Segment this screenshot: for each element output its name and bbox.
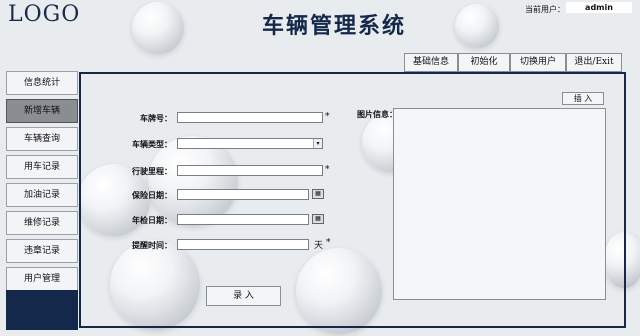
submit-button[interactable]: 录 入	[206, 286, 281, 306]
app-header: LOGO 车辆管理系统 当前用户： admin	[0, 0, 640, 48]
insurance-date-label: 保险日期：	[132, 191, 172, 200]
calendar-icon[interactable]: ▦	[312, 214, 324, 224]
sidebar-item-repair-records[interactable]: 维修记录	[6, 211, 78, 235]
sidebar-item-vehicle-query[interactable]: 车辆查询	[6, 127, 78, 151]
required-mark: *	[326, 238, 331, 248]
reminder-time-label: 提醒时间：	[132, 241, 172, 250]
sidebar-item-fuel-records[interactable]: 加油记录	[6, 183, 78, 207]
sidebar-item-statistics[interactable]: 信息统计	[6, 71, 78, 95]
reminder-time-input[interactable]	[177, 239, 309, 250]
tab-exit[interactable]: 退出/Exit	[566, 53, 622, 72]
sidebar-item-user-management[interactable]: 用户管理	[6, 267, 78, 291]
sidebar-footer-block	[6, 290, 78, 330]
insurance-date-input[interactable]	[177, 189, 309, 200]
app-title: 车辆管理系统	[262, 13, 407, 39]
sidebar-nav: 信息统计 新增车辆 车辆查询 用车记录 加油记录 维修记录 违章记录 用户管理	[6, 71, 78, 295]
vehicle-type-select[interactable]: ▾	[177, 138, 323, 149]
mileage-label: 行驶里程：	[132, 167, 172, 176]
inspection-date-input[interactable]	[177, 214, 309, 225]
plate-label: 车牌号：	[140, 114, 172, 123]
tab-basic-info[interactable]: 基础信息	[404, 53, 458, 72]
required-mark: *	[325, 165, 330, 175]
mileage-input[interactable]	[177, 165, 323, 176]
current-user-value: admin	[566, 2, 632, 13]
sidebar-item-violation-records[interactable]: 违章记录	[6, 239, 78, 263]
image-preview-box	[393, 108, 606, 300]
current-user-label: 当前用户：	[525, 5, 565, 14]
required-mark: *	[325, 112, 330, 122]
app-logo: LOGO	[8, 2, 81, 27]
sidebar-item-add-vehicle[interactable]: 新增车辆	[6, 99, 78, 123]
insert-image-button[interactable]: 插 入	[562, 92, 604, 105]
vehicle-type-label: 车辆类型：	[132, 140, 172, 149]
image-info-label: 图片信息：	[357, 110, 397, 119]
tab-switch-user[interactable]: 切换用户	[510, 53, 566, 72]
chevron-down-icon[interactable]: ▾	[313, 139, 322, 148]
sidebar-item-usage-records[interactable]: 用车记录	[6, 155, 78, 179]
inspection-date-label: 年检日期：	[132, 216, 172, 225]
tab-initialize[interactable]: 初始化	[458, 53, 510, 72]
plate-input[interactable]	[177, 112, 323, 123]
reminder-unit-label: 天	[314, 241, 324, 251]
calendar-icon[interactable]: ▦	[312, 189, 324, 199]
